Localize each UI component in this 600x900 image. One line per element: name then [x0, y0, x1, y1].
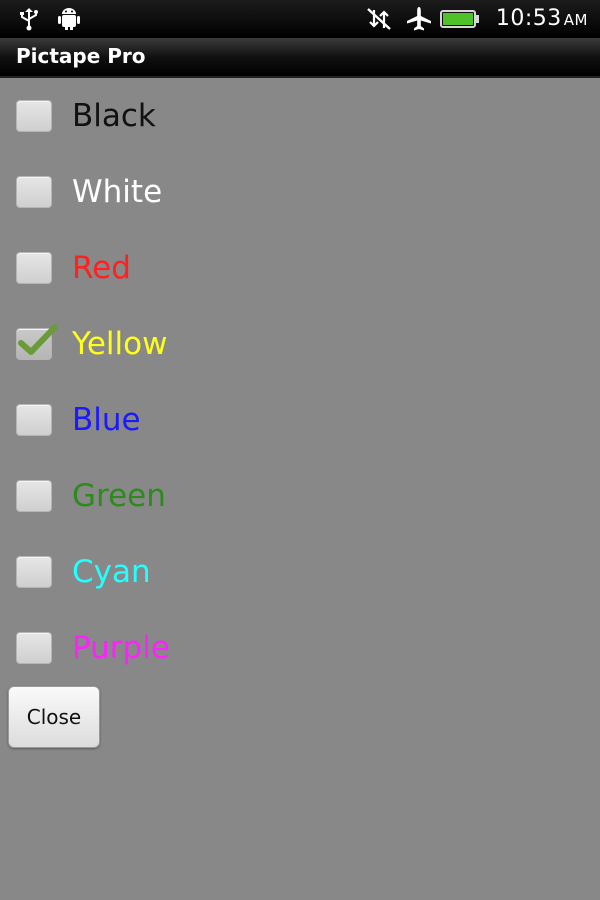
usb-icon: [16, 6, 42, 32]
color-label: Green: [72, 478, 166, 514]
color-label: Blue: [72, 402, 141, 438]
color-label: Red: [72, 250, 131, 286]
checkbox[interactable]: [16, 632, 52, 664]
color-label: Cyan: [72, 554, 151, 590]
checkbox[interactable]: [16, 100, 52, 132]
color-option-cyan[interactable]: Cyan: [0, 534, 600, 610]
color-option-white[interactable]: White: [0, 154, 600, 230]
airplane-icon: [404, 6, 434, 32]
close-button[interactable]: Close: [8, 686, 100, 748]
color-option-red[interactable]: Red: [0, 230, 600, 306]
checkbox[interactable]: [16, 404, 52, 436]
checkbox[interactable]: [16, 480, 52, 512]
color-option-purple[interactable]: Purple: [0, 610, 600, 686]
clock: 10:53 AM: [496, 4, 588, 35]
color-options-list: Black White Red Yellow Blue Green Cyan Purple: [0, 78, 600, 686]
android-debug-icon: [56, 6, 84, 32]
color-label: Purple: [72, 630, 170, 666]
clock-ampm: AM: [563, 11, 588, 29]
status-bar: 10:53 AM: [0, 0, 600, 38]
checkbox[interactable]: [16, 556, 52, 588]
color-option-black[interactable]: Black: [0, 78, 600, 154]
color-label: White: [72, 174, 163, 210]
color-option-blue[interactable]: Blue: [0, 382, 600, 458]
color-label: Yellow: [72, 326, 168, 362]
color-label: Black: [72, 98, 156, 134]
battery-icon: [440, 6, 480, 32]
color-option-yellow[interactable]: Yellow: [0, 306, 600, 382]
checkbox[interactable]: [16, 324, 58, 360]
checkbox[interactable]: [16, 252, 52, 284]
data-off-icon: [364, 6, 394, 32]
checkbox[interactable]: [16, 176, 52, 208]
title-bar: Pictape Pro: [0, 38, 600, 78]
color-option-green[interactable]: Green: [0, 458, 600, 534]
clock-time: 10:53: [495, 6, 562, 31]
app-title: Pictape Pro: [16, 44, 146, 68]
checkmark-icon: [18, 324, 58, 355]
